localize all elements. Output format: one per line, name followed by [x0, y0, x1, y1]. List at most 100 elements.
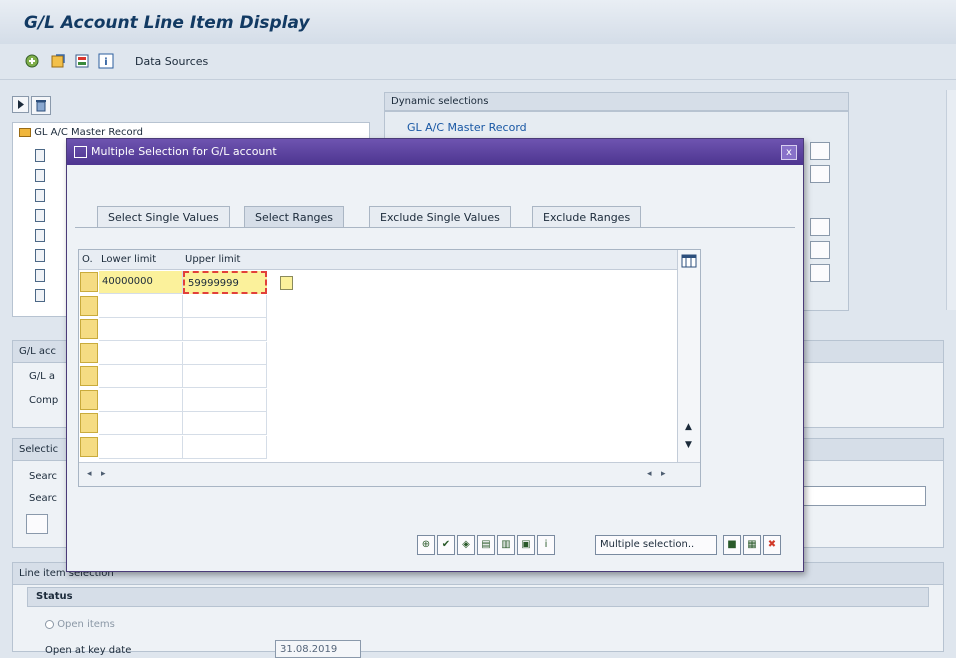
table-vertical-scrollbar[interactable]: ▲ ▼ [677, 250, 700, 462]
search-label: Searc [29, 471, 58, 482]
maintain-selection-options-button[interactable]: ◈ [457, 535, 475, 555]
lower-limit-cell[interactable] [99, 435, 183, 459]
insert-line-button[interactable]: ▤ [477, 535, 495, 555]
import-icon: ■ [727, 539, 737, 550]
dialog-title-bar: Multiple Selection for G/L account [67, 139, 803, 165]
scroll-down-icon[interactable]: ▼ [685, 440, 692, 450]
row-selector[interactable] [80, 389, 98, 410]
arrow-button[interactable] [26, 514, 48, 534]
tree-item[interactable] [35, 269, 45, 282]
open-key-date-input[interactable]: 31.08.2019 [275, 640, 361, 658]
row-selector[interactable] [80, 319, 98, 339]
close-button[interactable]: x [781, 145, 797, 160]
copy-button[interactable]: ✔ [437, 535, 455, 555]
multiple-selection-arrow-button[interactable] [810, 264, 830, 282]
tree-item[interactable] [35, 229, 45, 242]
lower-limit-cell[interactable] [99, 341, 183, 365]
upper-limit-cell[interactable] [183, 365, 267, 388]
scroll-right-icon[interactable]: ▸ [661, 469, 666, 479]
multiple-selection-arrow-button[interactable] [810, 165, 830, 183]
tree-root[interactable]: GL A/C Master Record [19, 127, 143, 138]
dynamic-selections-header: Dynamic selections [384, 92, 849, 111]
table-horizontal-scrollbar[interactable]: ◂ ▸ ◂ ▸ [79, 462, 700, 486]
delete-line-button[interactable]: ▥ [497, 535, 515, 555]
tree-item[interactable] [35, 169, 45, 182]
upper-limit-cell[interactable] [183, 388, 267, 412]
play-arrow-icon [18, 100, 24, 109]
value-help-button[interactable] [280, 276, 293, 290]
delete-all-button[interactable]: ▣ [517, 535, 535, 555]
tab-divider [75, 227, 795, 228]
row-selector[interactable] [80, 366, 98, 386]
help-button[interactable]: i [537, 535, 555, 555]
upper-limit-cell[interactable] [183, 412, 267, 435]
row-selector[interactable] [80, 413, 98, 433]
row-selector[interactable] [80, 295, 98, 316]
data-sources-button[interactable]: Data Sources [135, 55, 208, 68]
lower-limit-cell[interactable] [99, 365, 183, 388]
title-bar: G/L Account Line Item Display [0, 0, 956, 44]
upper-limit-cell[interactable]: 59999999 [183, 271, 267, 294]
import-button[interactable]: ■ [723, 535, 741, 555]
column-header-option[interactable]: O. [82, 254, 93, 265]
execute-icon[interactable] [24, 53, 40, 69]
lower-limit-cell[interactable] [99, 318, 183, 341]
scroll-left-icon[interactable]: ◂ [87, 469, 92, 479]
column-header-upper-limit[interactable]: Upper limit [185, 254, 240, 265]
checkmark-icon: ✔ [441, 539, 451, 550]
column-header-lower-limit[interactable]: Lower limit [101, 254, 156, 265]
lower-limit-cell[interactable]: 40000000 [99, 271, 183, 294]
row-selector[interactable] [80, 342, 98, 363]
svg-text:i: i [104, 57, 107, 68]
scroll-up-icon[interactable]: ▲ [685, 422, 692, 432]
open-key-date-label: Open at key date [45, 645, 132, 656]
scroll-left-icon[interactable]: ◂ [647, 469, 652, 479]
info-icon: i [544, 539, 548, 550]
multiple-selection-arrow-button[interactable] [810, 218, 830, 236]
tree-item[interactable] [35, 209, 45, 222]
trash-icon: ▣ [521, 539, 531, 550]
open-items-label: Open items [57, 619, 115, 630]
multiple-selection-arrow-button[interactable] [810, 142, 830, 160]
tree-root-label: GL A/C Master Record [34, 127, 143, 138]
tab-select-ranges[interactable]: Select Ranges [244, 206, 345, 228]
vertical-scrollbar[interactable] [946, 90, 956, 310]
upper-limit-cell[interactable] [183, 294, 267, 318]
cancel-button[interactable]: ✖ [763, 535, 781, 555]
trash-icon [36, 100, 46, 112]
check-entries-button[interactable]: ⊕ [417, 535, 435, 555]
lower-limit-cell[interactable] [99, 388, 183, 412]
tree-item[interactable] [35, 189, 45, 202]
clipboard-button[interactable]: ▦ [743, 535, 761, 555]
company-code-label: Comp [29, 395, 59, 406]
multiple-selection-dialog: Multiple Selection for G/L account x Sel… [66, 138, 804, 572]
window-icon [74, 146, 87, 158]
upper-limit-cell[interactable] [183, 341, 267, 365]
lower-limit-cell[interactable] [99, 294, 183, 318]
tree-item[interactable] [35, 149, 45, 162]
multiple-selection-button[interactable]: Multiple selection.. [595, 535, 717, 555]
tree-item[interactable] [35, 249, 45, 262]
tab-exclude-single-values[interactable]: Exclude Single Values [369, 206, 511, 228]
delete-tree-button[interactable] [31, 96, 51, 115]
tab-select-single-values[interactable]: Select Single Values [97, 206, 230, 228]
lower-limit-cell[interactable] [99, 412, 183, 435]
column-settings-icon[interactable] [681, 253, 697, 269]
multiple-selection-arrow-button[interactable] [810, 241, 830, 259]
status-header: Status [27, 587, 929, 607]
scroll-right-icon[interactable]: ▸ [101, 469, 106, 479]
info-icon[interactable]: i [98, 53, 114, 69]
open-items-radio[interactable]: Open items [45, 619, 115, 630]
upper-limit-cell[interactable] [183, 318, 267, 341]
table-header: O. Lower limit Upper limit [79, 250, 700, 270]
row-selector[interactable] [80, 436, 98, 457]
row-selector[interactable] [80, 272, 98, 292]
expand-tree-button[interactable] [12, 96, 29, 113]
dynamic-selection-link[interactable]: GL A/C Master Record [407, 121, 527, 134]
tab-exclude-ranges[interactable]: Exclude Ranges [532, 206, 642, 228]
save-variant-icon[interactable] [50, 53, 66, 69]
close-icon: ✖ [767, 539, 777, 550]
tree-item[interactable] [35, 289, 45, 302]
select-all-icon[interactable] [74, 53, 90, 69]
upper-limit-cell[interactable] [183, 435, 267, 459]
